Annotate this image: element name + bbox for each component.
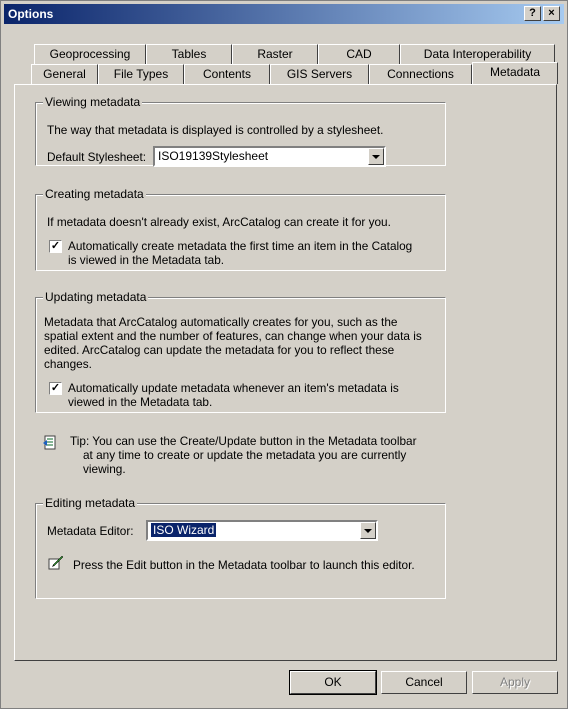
tab-metadata[interactable]: Metadata [472, 62, 558, 84]
metadata-editor-dropdown[interactable]: ISO Wizard [146, 520, 378, 541]
auto-update-checkbox[interactable]: ✓ [49, 382, 62, 395]
stylesheet-dropdown[interactable]: ISO19139Stylesheet [153, 146, 386, 167]
updating-text-line3: edited. ArcCatalog can update the metada… [44, 343, 395, 357]
updating-metadata-group: Updating metadata Metadata that ArcCatal… [35, 290, 446, 413]
window-title: Options [8, 7, 54, 21]
editing-metadata-group: Editing metadata Metadata Editor: ISO Wi… [35, 496, 446, 599]
tip-line2: at any time to create or update the meta… [83, 448, 407, 462]
create-update-icon [43, 435, 58, 450]
tab-geoprocessing[interactable]: Geoprocessing [34, 44, 146, 64]
tab-cad[interactable]: CAD [318, 44, 400, 64]
close-button[interactable]: × [543, 6, 560, 21]
auto-update-label-line2: viewed in the Metadata tab. [68, 395, 213, 409]
tab-file-types[interactable]: File Types [98, 64, 184, 84]
chevron-down-icon[interactable] [368, 148, 384, 165]
updating-text-line4: changes. [44, 357, 92, 371]
group-legend: Updating metadata [43, 290, 149, 304]
tab-contents[interactable]: Contents [184, 64, 270, 84]
updating-text-line2: spatial extent and the number of feature… [44, 329, 422, 343]
auto-create-label-line1: Automatically create metadata the first … [68, 239, 413, 253]
metadata-tab-panel: Viewing metadata The way that metadata i… [14, 84, 557, 661]
help-button[interactable]: ? [524, 6, 541, 21]
group-legend: Editing metadata [43, 496, 138, 510]
editor-label: Metadata Editor: [47, 524, 134, 538]
tip-line1: Tip: You can use the Create/Update butto… [70, 434, 417, 448]
ok-button[interactable]: OK [289, 670, 377, 695]
stylesheet-label: Default Stylesheet: [47, 150, 147, 164]
tab-data-interoperability[interactable]: Data Interoperability [400, 44, 555, 64]
creating-metadata-group: Creating metadata If metadata doesn't al… [35, 187, 446, 271]
title-bar: Options ? × [4, 4, 564, 24]
auto-create-label-line2: is viewed in the Metadata tab. [68, 253, 225, 267]
updating-text-line1: Metadata that ArcCatalog automatically c… [44, 315, 398, 329]
apply-button[interactable]: Apply [472, 671, 558, 694]
tab-gis-servers[interactable]: GIS Servers [270, 64, 369, 84]
auto-create-checkbox[interactable]: ✓ [49, 240, 62, 253]
chevron-down-icon[interactable] [360, 522, 376, 539]
viewing-description: The way that metadata is displayed is co… [47, 123, 384, 137]
tab-tables[interactable]: Tables [146, 44, 232, 64]
cancel-button[interactable]: Cancel [381, 671, 467, 694]
editor-hint: Press the Edit button in the Metadata to… [73, 558, 415, 572]
options-dialog: Options ? × Geoprocessing Tables Raster … [0, 0, 568, 709]
stylesheet-value: ISO19139Stylesheet [158, 149, 269, 163]
auto-update-label-line1: Automatically update metadata whenever a… [68, 381, 399, 395]
editor-value: ISO Wizard [151, 523, 217, 537]
edit-pencil-icon [48, 554, 64, 570]
tab-connections[interactable]: Connections [369, 64, 472, 84]
tab-raster[interactable]: Raster [232, 44, 318, 64]
viewing-metadata-group: Viewing metadata The way that metadata i… [35, 95, 446, 167]
tab-general[interactable]: General [31, 64, 98, 84]
tip-line3: viewing. [83, 462, 126, 476]
group-legend: Creating metadata [43, 187, 146, 201]
creating-description: If metadata doesn't already exist, ArcCa… [47, 215, 391, 229]
group-legend: Viewing metadata [43, 95, 143, 109]
